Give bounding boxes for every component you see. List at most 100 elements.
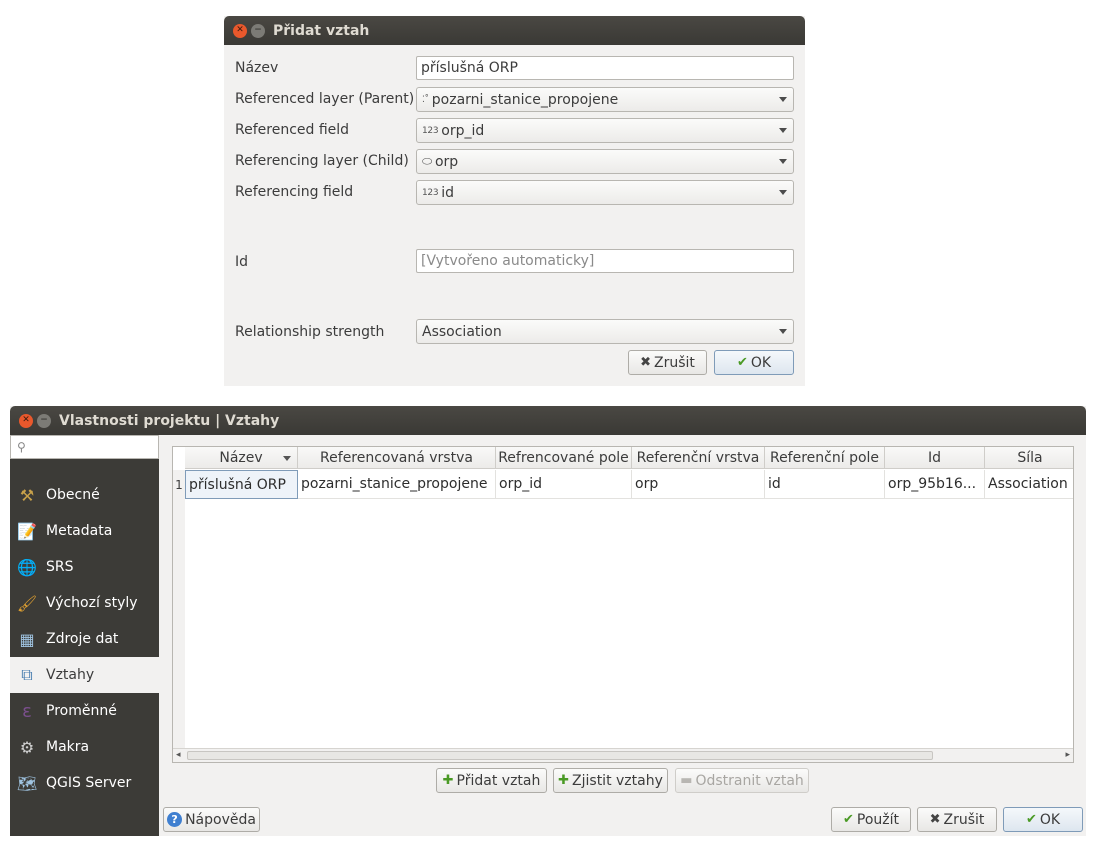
integer-field-icon: 123 <box>422 125 439 136</box>
metadata-icon: 📝 <box>17 521 37 541</box>
cancel-button-label: Zrušit <box>654 354 695 371</box>
sidebar-item-vztahy[interactable]: ⧉ Vztahy <box>10 657 159 693</box>
help-button[interactable]: ? Nápověda <box>163 807 260 832</box>
id-label: Id <box>235 254 249 270</box>
plus-icon: ✚ <box>442 773 454 788</box>
strength-combo[interactable]: Association <box>416 319 794 344</box>
dialog-titlebar: ✕ − Přidat vztah <box>224 16 805 45</box>
column-header-label: Název <box>219 449 263 466</box>
ok-button[interactable]: ✔ OK <box>1003 807 1083 832</box>
scroll-right-icon[interactable]: ▸ <box>1065 750 1070 760</box>
checkmark-icon: ✔ <box>736 355 748 370</box>
chevron-down-icon <box>779 159 787 164</box>
sidebar-item-srs[interactable]: 🌐 SRS <box>10 549 159 585</box>
paintbrush-icon: 🖌 <box>16 593 38 613</box>
chevron-down-icon <box>779 128 787 133</box>
sidebar-item-label: Makra <box>46 739 90 755</box>
ok-button-label: OK <box>750 354 772 371</box>
table-cell-id[interactable]: orp_95b16... <box>885 470 985 499</box>
scroll-left-icon[interactable]: ◂ <box>176 750 181 760</box>
cancel-label: Zrušit <box>943 811 985 828</box>
plus-icon: ✚ <box>558 773 570 788</box>
referencing-layer-value: orp <box>434 153 459 170</box>
sidebar-item-promenne[interactable]: ε Proměnné <box>10 693 159 729</box>
sidebar-item-label: SRS <box>46 559 74 575</box>
referencing-layer-label: Referencing layer (Child) <box>235 153 409 169</box>
discover-relations-label: Zjistit vztahy <box>572 772 663 789</box>
column-header-nazev[interactable]: Název <box>185 447 298 469</box>
referenced-layer-combo[interactable]: ⁚˚ pozarni_stanice_propojene <box>416 87 794 112</box>
window-titlebar: ✕ − Vlastnosti projektu | Vztahy <box>10 406 1086 435</box>
minus-icon: ▬ <box>680 773 693 788</box>
referenced-field-value: orp_id <box>441 122 485 139</box>
referencing-field-value: id <box>441 184 455 201</box>
window-title: Vlastnosti projektu | Vztahy <box>59 412 280 429</box>
close-icon[interactable]: ✕ <box>19 413 33 428</box>
minimize-icon[interactable]: − <box>37 413 51 428</box>
referenced-field-combo[interactable]: 123 orp_id <box>416 118 794 143</box>
project-properties-window: ✕ − Vlastnosti projektu | Vztahy ⚲ ⚒ Obe… <box>10 406 1086 836</box>
referenced-layer-label: Referenced layer (Parent) <box>235 91 415 107</box>
sidebar-item-metadata[interactable]: 📝 Metadata <box>10 513 159 549</box>
horizontal-scrollbar[interactable]: ◂ ▸ <box>173 748 1073 762</box>
epsilon-icon: ε <box>22 700 32 722</box>
discover-relations-button[interactable]: ✚ Zjistit vztahy <box>553 768 668 793</box>
tools-icon: ⚒ <box>19 485 35 505</box>
remove-relation-button[interactable]: ▬ Odstranit vztah <box>675 768 809 793</box>
column-header-refrencovane-pole[interactable]: Refrencované pole <box>496 447 632 469</box>
ok-button[interactable]: ✔ OK <box>714 350 794 375</box>
table-cell-referencing-layer[interactable]: orp <box>632 470 765 499</box>
sidebar-item-label: Obecné <box>46 487 100 503</box>
scrollbar-thumb[interactable] <box>187 751 933 760</box>
chevron-down-icon <box>779 97 787 102</box>
minimize-icon[interactable]: − <box>251 23 265 38</box>
column-header-id[interactable]: Id <box>885 447 985 469</box>
help-label: Nápověda <box>185 811 256 828</box>
table-icon: ▦ <box>19 629 35 649</box>
dialog-title: Přidat vztah <box>273 22 370 39</box>
column-header-label: Referenční pole <box>769 449 880 466</box>
id-field[interactable]: [Vytvořeno automaticky] <box>416 249 794 273</box>
gear-icon: ⚙ <box>19 737 35 757</box>
search-icon: ⚲ <box>17 440 26 454</box>
cancel-button[interactable]: ✖ Zrušit <box>628 350 707 375</box>
table-cell-referenced-layer[interactable]: pozarni_stanice_propojene <box>298 470 496 499</box>
sidebar-item-label: Proměnné <box>46 703 117 719</box>
row-header-gutter <box>173 499 185 748</box>
globe-icon: 🌐 <box>17 557 37 577</box>
apply-button[interactable]: ✔ Použít <box>831 807 911 832</box>
column-header-referencovana-vrstva[interactable]: Referencovaná vrstva <box>298 447 496 469</box>
table-cell-referenced-field[interactable]: orp_id <box>496 470 632 499</box>
table-cell-referencing-field[interactable]: id <box>765 470 885 499</box>
table-cell-strength[interactable]: Association <box>985 470 1073 499</box>
sidebar-item-label: Zdroje dat <box>46 631 119 647</box>
sidebar-item-label: Výchozí styly <box>46 595 138 611</box>
chevron-down-icon <box>779 190 787 195</box>
table-cell-name[interactable]: příslušná ORP <box>185 470 298 499</box>
referencing-layer-combo[interactable]: ⬭ orp <box>416 149 794 174</box>
name-field[interactable]: příslušná ORP <box>416 56 794 80</box>
sidebar-item-obecne[interactable]: ⚒ Obecné <box>10 477 159 513</box>
close-icon[interactable]: ✕ <box>233 23 247 38</box>
sidebar-item-makra[interactable]: ⚙ Makra <box>10 729 159 765</box>
ok-label: OK <box>1039 811 1061 828</box>
column-header-label: Id <box>927 449 941 466</box>
search-input[interactable]: ⚲ <box>10 435 159 459</box>
id-field-placeholder: [Vytvořeno automaticky] <box>421 253 595 269</box>
integer-field-icon: 123 <box>422 187 439 198</box>
apply-label: Použít <box>856 811 899 828</box>
name-label: Název <box>235 60 279 76</box>
add-relation-button[interactable]: ✚ Přidat vztah <box>436 768 547 793</box>
sidebar-item-qgis-server[interactable]: 🗺 QGIS Server <box>10 765 159 801</box>
referenced-field-label: Referenced field <box>235 122 350 138</box>
row-number[interactable]: 1 <box>173 470 185 499</box>
column-header-referencni-pole[interactable]: Referenční pole <box>765 447 885 469</box>
column-header-label: Síla <box>1017 449 1043 466</box>
referencing-field-combo[interactable]: 123 id <box>416 180 794 205</box>
cancel-button[interactable]: ✖ Zrušit <box>917 807 997 832</box>
column-header-sila[interactable]: Síla <box>985 447 1073 469</box>
sidebar: ⚲ ⚒ Obecné 📝 Metadata 🌐 SRS 🖌 Výchozí st… <box>10 435 159 836</box>
sidebar-item-zdroje-dat[interactable]: ▦ Zdroje dat <box>10 621 159 657</box>
column-header-referencni-vrstva[interactable]: Referenční vrstva <box>632 447 765 469</box>
sidebar-item-vychozi-styly[interactable]: 🖌 Výchozí styly <box>10 585 159 621</box>
